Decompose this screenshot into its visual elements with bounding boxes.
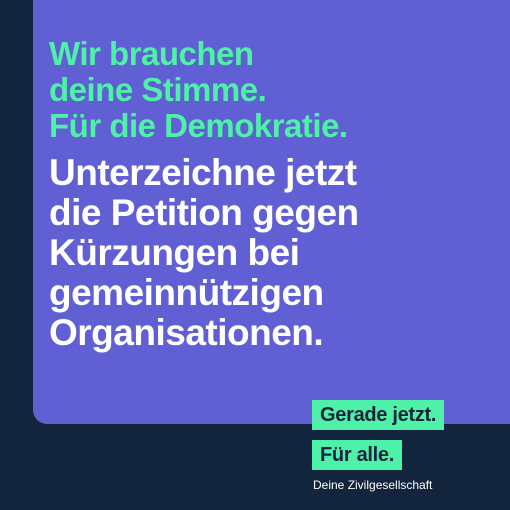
headline-white: Unterzeichne jetzt die Petition gegen Kü…: [49, 153, 489, 353]
headline: Wir brauchen deine Stimme. Für die Demok…: [49, 36, 489, 353]
tag-fuer-alle: Für alle.: [312, 440, 402, 470]
headline-white-line-5: Organisationen.: [49, 312, 324, 353]
headline-green-line-3: Für die Demokratie.: [49, 107, 348, 144]
headline-green: Wir brauchen deine Stimme. Für die Demok…: [49, 36, 489, 144]
signature-text: Deine Zivilgesellschaft: [313, 478, 433, 492]
headline-white-line-3: Kürzungen bei: [49, 232, 300, 273]
headline-green-line-2: deine Stimme.: [49, 71, 267, 108]
headline-white-line-1: Unterzeichne jetzt: [49, 152, 357, 193]
tag-stack: Gerade jetzt. Für alle.: [312, 400, 445, 470]
headline-green-line-1: Wir brauchen: [49, 35, 254, 72]
headline-white-line-2: die Petition gegen: [49, 192, 359, 233]
headline-white-line-4: gemeinnützigen: [49, 272, 324, 313]
tag-gerade-jetzt: Gerade jetzt.: [312, 400, 445, 430]
